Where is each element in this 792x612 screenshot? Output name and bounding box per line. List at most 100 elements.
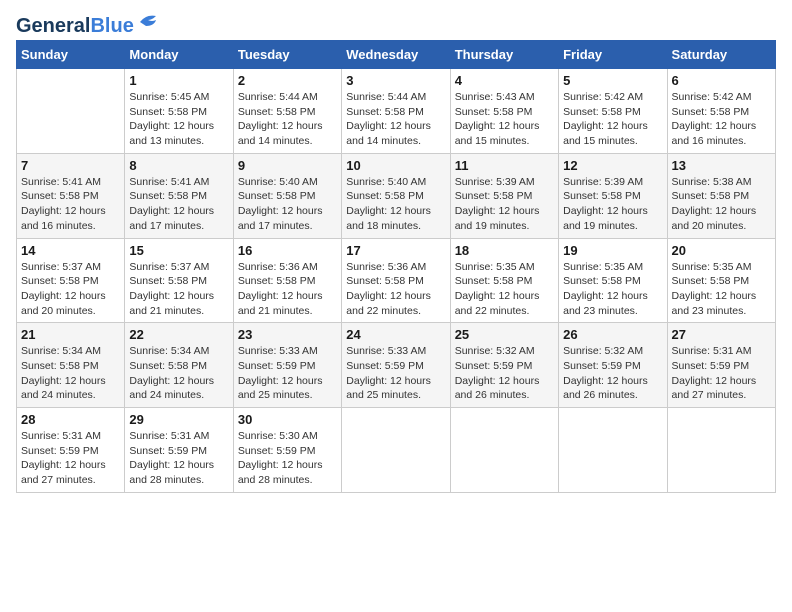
- day-info: Sunrise: 5:30 AM Sunset: 5:59 PM Dayligh…: [238, 429, 337, 488]
- day-info: Sunrise: 5:40 AM Sunset: 5:58 PM Dayligh…: [238, 175, 337, 234]
- calendar-cell: 13 Sunrise: 5:38 AM Sunset: 5:58 PM Dayli…: [667, 153, 775, 238]
- day-number: 17: [346, 243, 445, 258]
- calendar-cell: 27 Sunrise: 5:31 AM Sunset: 5:59 PM Dayli…: [667, 323, 775, 408]
- calendar-cell: 21Sunrise: 5:34 AM Sunset: 5:58 PM Dayli…: [17, 323, 125, 408]
- calendar-week-row: 1 Sunrise: 5:45 AM Sunset: 5:58 PM Daylig…: [17, 69, 776, 154]
- calendar-cell: 6 Sunrise: 5:42 AM Sunset: 5:58 PM Daylig…: [667, 69, 775, 154]
- calendar-cell: 25 Sunrise: 5:32 AM Sunset: 5:59 PM Dayli…: [450, 323, 558, 408]
- calendar-week-row: 28 Sunrise: 5:31 AM Sunset: 5:59 PM Dayli…: [17, 408, 776, 493]
- calendar-cell: 9 Sunrise: 5:40 AM Sunset: 5:58 PM Daylig…: [233, 153, 341, 238]
- day-number: 1: [129, 73, 228, 88]
- day-number: 23: [238, 327, 337, 342]
- weekday-header-sunday: Sunday: [17, 41, 125, 69]
- weekday-header-friday: Friday: [559, 41, 667, 69]
- calendar-cell: 17 Sunrise: 5:36 AM Sunset: 5:58 PM Dayli…: [342, 238, 450, 323]
- day-number: 5: [563, 73, 662, 88]
- day-info: Sunrise: 5:33 AM Sunset: 5:59 PM Dayligh…: [346, 344, 445, 403]
- day-info: Sunrise: 5:32 AM Sunset: 5:59 PM Dayligh…: [563, 344, 662, 403]
- calendar-cell: 4 Sunrise: 5:43 AM Sunset: 5:58 PM Daylig…: [450, 69, 558, 154]
- weekday-header-saturday: Saturday: [667, 41, 775, 69]
- day-info: Sunrise: 5:34 AM Sunset: 5:58 PM Dayligh…: [129, 344, 228, 403]
- day-number: 9: [238, 158, 337, 173]
- calendar-week-row: 7 Sunrise: 5:41 AM Sunset: 5:58 PM Daylig…: [17, 153, 776, 238]
- calendar-cell: 2 Sunrise: 5:44 AM Sunset: 5:58 PM Daylig…: [233, 69, 341, 154]
- weekday-header-tuesday: Tuesday: [233, 41, 341, 69]
- day-number: 7: [21, 158, 120, 173]
- logo-area: GeneralBlue: [16, 16, 160, 36]
- logo-blue-text: Blue: [90, 15, 133, 37]
- calendar-cell: 19Sunrise: 5:35 AM Sunset: 5:58 PM Dayli…: [559, 238, 667, 323]
- day-info: Sunrise: 5:35 AM Sunset: 5:58 PM Dayligh…: [672, 260, 771, 319]
- day-info: Sunrise: 5:35 AM Sunset: 5:58 PM Dayligh…: [455, 260, 554, 319]
- calendar-cell: [342, 408, 450, 493]
- day-info: Sunrise: 5:31 AM Sunset: 5:59 PM Dayligh…: [129, 429, 228, 488]
- calendar-cell: 7 Sunrise: 5:41 AM Sunset: 5:58 PM Daylig…: [17, 153, 125, 238]
- calendar-cell: 5 Sunrise: 5:42 AM Sunset: 5:58 PM Daylig…: [559, 69, 667, 154]
- day-number: 25: [455, 327, 554, 342]
- day-info: Sunrise: 5:38 AM Sunset: 5:58 PM Dayligh…: [672, 175, 771, 234]
- day-number: 22: [129, 327, 228, 342]
- day-number: 18: [455, 243, 554, 258]
- day-number: 27: [672, 327, 771, 342]
- calendar-cell: [17, 69, 125, 154]
- day-info: Sunrise: 5:39 AM Sunset: 5:58 PM Dayligh…: [455, 175, 554, 234]
- header: GeneralBlue: [16, 16, 776, 36]
- day-number: 11: [455, 158, 554, 173]
- calendar-cell: [450, 408, 558, 493]
- day-number: 29: [129, 412, 228, 427]
- day-number: 16: [238, 243, 337, 258]
- day-number: 26: [563, 327, 662, 342]
- day-number: 2: [238, 73, 337, 88]
- day-info: Sunrise: 5:37 AM Sunset: 5:58 PM Dayligh…: [129, 260, 228, 319]
- day-number: 24: [346, 327, 445, 342]
- day-info: Sunrise: 5:39 AM Sunset: 5:58 PM Dayligh…: [563, 175, 662, 234]
- calendar-cell: 3 Sunrise: 5:44 AM Sunset: 5:58 PM Daylig…: [342, 69, 450, 154]
- calendar-cell: [667, 408, 775, 493]
- day-number: 8: [129, 158, 228, 173]
- day-info: Sunrise: 5:44 AM Sunset: 5:58 PM Dayligh…: [238, 90, 337, 149]
- calendar-cell: 23Sunrise: 5:33 AM Sunset: 5:59 PM Dayli…: [233, 323, 341, 408]
- calendar-cell: [559, 408, 667, 493]
- weekday-header-wednesday: Wednesday: [342, 41, 450, 69]
- day-info: Sunrise: 5:32 AM Sunset: 5:59 PM Dayligh…: [455, 344, 554, 403]
- day-number: 6: [672, 73, 771, 88]
- calendar-cell: 10Sunrise: 5:40 AM Sunset: 5:58 PM Dayli…: [342, 153, 450, 238]
- day-number: 12: [563, 158, 662, 173]
- calendar-week-row: 21 Sunrise: 5:34 AM Sunset: 5:58 PM Dayli…: [17, 323, 776, 408]
- calendar-cell: 30 Sunrise: 5:30 AM Sunset: 5:59 PM Dayli…: [233, 408, 341, 493]
- day-info: Sunrise: 5:41 AM Sunset: 5:58 PM Dayligh…: [21, 175, 120, 234]
- day-info: Sunrise: 5:43 AM Sunset: 5:58 PM Dayligh…: [455, 90, 554, 149]
- day-number: 19: [563, 243, 662, 258]
- day-number: 3: [346, 73, 445, 88]
- logo-general: GeneralBlue: [16, 16, 134, 36]
- day-number: 15: [129, 243, 228, 258]
- calendar-cell: 8Sunrise: 5:41 AM Sunset: 5:58 PM Daylig…: [125, 153, 233, 238]
- day-info: Sunrise: 5:45 AM Sunset: 5:58 PM Dayligh…: [129, 90, 228, 149]
- day-number: 14: [21, 243, 120, 258]
- day-info: Sunrise: 5:42 AM Sunset: 5:58 PM Dayligh…: [672, 90, 771, 149]
- day-info: Sunrise: 5:42 AM Sunset: 5:58 PM Dayligh…: [563, 90, 662, 149]
- day-info: Sunrise: 5:36 AM Sunset: 5:58 PM Dayligh…: [238, 260, 337, 319]
- calendar-week-row: 14 Sunrise: 5:37 AM Sunset: 5:58 PM Dayli…: [17, 238, 776, 323]
- day-number: 4: [455, 73, 554, 88]
- calendar-cell: 29 Sunrise: 5:31 AM Sunset: 5:59 PM Dayli…: [125, 408, 233, 493]
- logo: GeneralBlue: [16, 16, 160, 36]
- calendar-cell: 20 Sunrise: 5:35 AM Sunset: 5:58 PM Dayli…: [667, 238, 775, 323]
- day-info: Sunrise: 5:31 AM Sunset: 5:59 PM Dayligh…: [21, 429, 120, 488]
- day-number: 28: [21, 412, 120, 427]
- calendar-cell: 1 Sunrise: 5:45 AM Sunset: 5:58 PM Daylig…: [125, 69, 233, 154]
- calendar-cell: 12 Sunrise: 5:39 AM Sunset: 5:58 PM Dayli…: [559, 153, 667, 238]
- day-info: Sunrise: 5:36 AM Sunset: 5:58 PM Dayligh…: [346, 260, 445, 319]
- logo-bird-icon: [138, 12, 160, 32]
- day-number: 30: [238, 412, 337, 427]
- calendar-cell: 26 Sunrise: 5:32 AM Sunset: 5:59 PM Dayli…: [559, 323, 667, 408]
- day-info: Sunrise: 5:31 AM Sunset: 5:59 PM Dayligh…: [672, 344, 771, 403]
- calendar-cell: 16 Sunrise: 5:36 AM Sunset: 5:58 PM Dayli…: [233, 238, 341, 323]
- day-number: 13: [672, 158, 771, 173]
- day-number: 20: [672, 243, 771, 258]
- calendar-cell: 22 Sunrise: 5:34 AM Sunset: 5:58 PM Dayli…: [125, 323, 233, 408]
- calendar-table: SundayMondayTuesdayWednesdayThursdayFrid…: [16, 40, 776, 493]
- day-info: Sunrise: 5:44 AM Sunset: 5:58 PM Dayligh…: [346, 90, 445, 149]
- calendar-cell: 24 Sunrise: 5:33 AM Sunset: 5:59 PM Dayli…: [342, 323, 450, 408]
- day-number: 21: [21, 327, 120, 342]
